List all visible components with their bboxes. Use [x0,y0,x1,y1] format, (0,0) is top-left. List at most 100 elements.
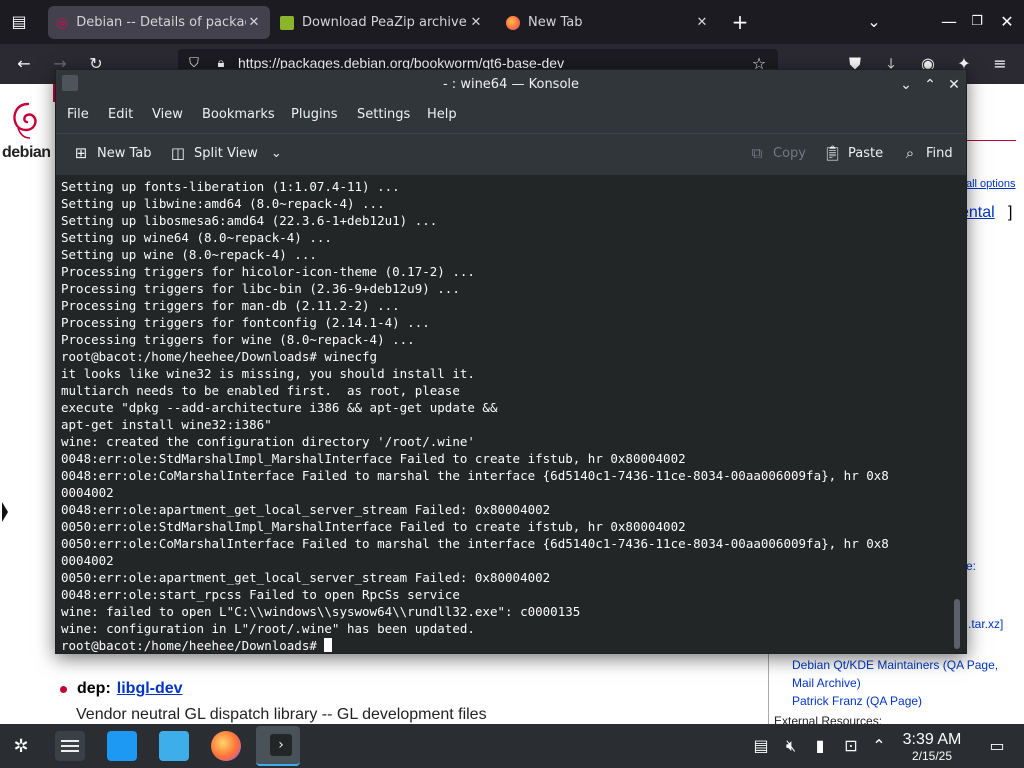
close-icon[interactable]: ✕ [944,75,964,95]
tarxz-link[interactable]: .tar.xz] [968,617,1003,631]
bracket-fragment: ] [1008,204,1013,221]
shell-prompt: root@bacot:/home/heehee/Downloads# [61,638,325,653]
terminal-line: Processing triggers for man-db (2.11.2-2… [61,298,400,313]
konsole-menubar: File Edit View Bookmarks Plugins Setting… [56,100,966,130]
terminal-line: Setting up fonts-liberation (1:1.07.4-11… [61,179,400,194]
terminal-line: 0048:err:ole:StdMarshalImpl_MarshalInter… [61,451,686,466]
terminal-line: Processing triggers for fontconfig (2.14… [61,315,430,330]
restore-icon[interactable]: ❐ [966,12,988,32]
clock-date[interactable]: 2/15/25 [896,749,968,763]
find-button[interactable]: ⌕ Find [901,144,953,162]
terminal-line: it looks like wine32 is missing, you sho… [61,366,475,381]
terminal-line: Setting up libosmesa6:amd64 (22.3.6-1+de… [61,213,438,228]
debian-swirl-icon[interactable] [8,98,44,140]
clock-time[interactable]: 3:39 AM [896,731,968,749]
discover-store-icon[interactable] [107,731,137,761]
chevron-down-icon[interactable]: ⌄ [271,146,282,161]
terminal-line: 0004002 [61,485,114,500]
maintainer-link[interactable]: Debian Qt/KDE Maintainers (QA Page, [792,658,998,672]
menu-bookmarks[interactable]: Bookmarks [202,107,275,122]
browser-tab-bar: ▤ ◎ Debian -- Details of package ✕ Downl… [0,0,1024,44]
new-tab-plus-icon[interactable]: + [729,12,751,32]
maintainer-link[interactable]: Patrick Franz (QA Page) [792,694,922,708]
tab-new[interactable]: New Tab ✕ [498,6,718,39]
menu-plugins[interactable]: Plugins [291,107,338,122]
new-tab-icon: ⊞ [74,144,88,162]
menu-hamburger-icon[interactable]: ≡ [989,54,1011,74]
tab-title: New Tab [528,15,583,30]
right-fragment-e: e: [966,559,977,573]
battery-icon[interactable]: ▮ [809,736,831,755]
terminal-line: wine: failed to open L"C:\\windows\\sysw… [61,604,581,619]
show-desktop-icon[interactable]: ▭ [986,736,1008,755]
back-arrow-icon[interactable]: ← [13,54,35,74]
debian-logo-text[interactable]: debian [2,144,51,162]
terminal-line: Processing triggers for hicolor-icon-the… [61,264,475,279]
tab-title: Download PeaZip archive [302,15,467,30]
terminal-prompt-line[interactable]: root@bacot:/home/heehee/Downloads# [61,637,951,654]
minimize-chevron-icon[interactable]: ⌄ [896,75,916,95]
menu-file[interactable]: File [67,107,89,122]
bullet-icon [60,685,67,693]
window-title: - : wine64 — Konsole [442,77,580,92]
terminal-line: Processing triggers for wine (8.0~repack… [61,332,415,347]
paste-icon: 📋︎ [823,144,843,162]
terminal-line: 0050:err:ole:apartment_get_local_server_… [61,570,551,585]
search-icon: ⌕ [905,144,915,162]
tray-expand-icon[interactable]: ⌃ [868,736,890,755]
firefox-favicon-icon [506,15,520,30]
close-icon[interactable]: ✕ [694,15,710,30]
menu-view[interactable]: View [152,107,183,122]
menu-settings[interactable]: Settings [357,107,410,122]
dolphin-files-icon[interactable] [159,731,189,761]
terminal-line: 0004002 [61,553,114,568]
konsole-titlebar[interactable]: - : wine64 — Konsole ⌄ ⌃ ✕ [56,70,966,100]
window-close-icon[interactable]: ✕ [996,12,1018,32]
find-label: Find [926,145,953,161]
network-icon[interactable]: ⊡ [840,736,862,755]
copy-button[interactable]: ⧉ Copy [748,144,806,162]
volume-muted-icon[interactable]: 🔇︎ [780,736,802,756]
menu-edit[interactable]: Edit [108,107,133,122]
copy-icon: ⧉ [751,144,763,162]
dependency-item: dep: libgl-dev [60,680,183,698]
maximize-chevron-icon[interactable]: ⌃ [920,75,940,95]
maintainer-link[interactable]: Mail Archive) [792,676,861,690]
terminal-line: 0048:err:ole:apartment_get_local_server_… [61,502,551,517]
split-view-button[interactable]: ◫ Split View ⌄ [169,144,282,162]
terminal-icon: › [270,734,292,756]
terminal-scrollbar[interactable] [954,599,960,649]
clipboard-icon[interactable]: ▤ [750,736,772,755]
tab-peazip[interactable]: Download PeaZip archive ✕ [272,6,492,39]
system-settings-icon[interactable] [55,731,85,761]
external-resources-heading: External Resources: [774,714,883,724]
close-icon[interactable]: ✕ [246,15,262,30]
konsole-taskbar-button[interactable]: › [256,726,300,766]
terminal-line: Setting up libwine:amd64 (8.0~repack-4) … [61,196,385,211]
terminal-line: 0050:err:ole:CoMarshalInterface Failed t… [61,536,889,551]
tab-list-icon[interactable]: ▤ [8,12,30,32]
terminal-line: apt-get install wine32:i386" [61,417,272,432]
terminal-line: 0050:err:ole:StdMarshalImpl_MarshalInter… [61,519,686,534]
tab-title: Debian -- Details of package [76,15,246,30]
dep-package-link[interactable]: libgl-dev [117,680,183,698]
terminal-line: Setting up wine64 (8.0~repack-4) ... [61,230,332,245]
terminal-line: Setting up wine (8.0~repack-4) ... [61,247,317,262]
minimize-icon[interactable]: — [938,12,960,32]
terminal-area[interactable]: Setting up fonts-liberation (1:1.07.4-11… [56,175,966,653]
split-view-icon: ◫ [170,144,186,162]
app-launcher-icon[interactable]: ✲ [10,736,32,757]
menu-help[interactable]: Help [427,107,457,122]
chevron-down-icon[interactable]: ⌄ [863,12,885,32]
terminal-line: 0048:err:ole:start_rpcss Failed to open … [61,587,460,602]
terminal-line: wine: created the configuration director… [61,434,475,449]
all-options-link[interactable]: all options [966,178,1016,190]
paste-label: Paste [848,145,884,161]
new-tab-button[interactable]: ⊞ New Tab [72,144,152,162]
firefox-icon[interactable] [211,731,241,761]
debian-favicon-icon: ◎ [56,14,69,31]
tab-debian[interactable]: ◎ Debian -- Details of package ✕ [48,6,270,39]
paste-button[interactable]: 📋︎ Paste [823,144,883,162]
close-icon[interactable]: ✕ [468,15,484,30]
terminal-line: 0048:err:ole:CoMarshalInterface Failed t… [61,468,889,483]
